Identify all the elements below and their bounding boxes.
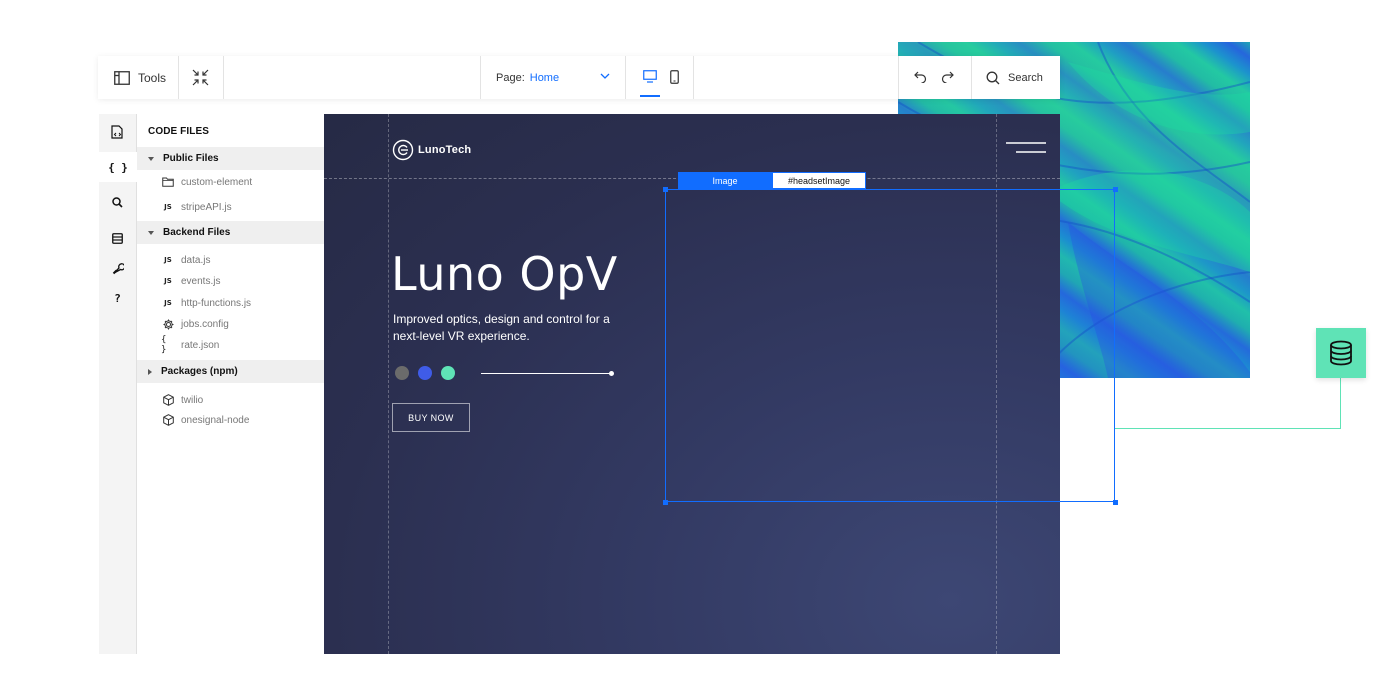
package-icon xyxy=(161,414,175,426)
tools-label: Tools xyxy=(138,70,167,85)
js-file-icon: JS xyxy=(161,203,175,211)
hamburger-menu-icon[interactable] xyxy=(1006,141,1046,155)
file-item[interactable]: custom-element xyxy=(161,174,252,190)
section-packages-npm[interactable]: Packages (npm) xyxy=(137,360,324,383)
page-label: Page: xyxy=(496,71,525,84)
json-braces-icon: { } xyxy=(161,335,175,355)
expand-arrow-icon xyxy=(148,230,154,235)
color-option-green[interactable] xyxy=(441,366,455,380)
js-file-icon: JS xyxy=(161,256,175,264)
search-button[interactable]: Search xyxy=(986,56,1043,99)
braces-glyph: { } xyxy=(108,160,128,174)
desktop-view-icon[interactable] xyxy=(643,70,657,83)
file-item[interactable]: JS http-functions.js xyxy=(161,295,251,311)
page-selector[interactable]: Page: Home xyxy=(496,56,610,99)
tools-button[interactable]: Tools xyxy=(114,56,166,99)
js-glyph: JS xyxy=(164,256,172,264)
logo-mark-icon xyxy=(392,139,414,161)
file-item[interactable]: JS data.js xyxy=(161,252,210,268)
database-connection-button[interactable] xyxy=(1316,328,1366,378)
redo-icon[interactable] xyxy=(941,71,954,83)
selected-image-box[interactable] xyxy=(665,189,1115,502)
resize-handle[interactable] xyxy=(663,187,668,192)
selected-element-type[interactable]: Image xyxy=(678,172,772,189)
code-files-panel: CODE FILES Public Files custom-element J… xyxy=(137,114,324,654)
search-label: Search xyxy=(1008,71,1043,84)
braces-glyph: { } xyxy=(161,335,167,355)
wrench-icon[interactable] xyxy=(99,254,136,284)
js-glyph: JS xyxy=(164,277,172,285)
search-icon xyxy=(986,71,1000,85)
slider-track xyxy=(481,373,611,374)
code-files-title: CODE FILES xyxy=(148,126,210,137)
file-name: rate.json xyxy=(181,339,220,351)
selected-element-id[interactable]: #headsetImage xyxy=(772,172,866,189)
hero-title: Luno OpV xyxy=(391,247,618,301)
database-icon[interactable] xyxy=(99,223,136,253)
connector-line xyxy=(1340,378,1341,429)
js-glyph: JS xyxy=(164,203,172,211)
layout-guide xyxy=(388,114,389,654)
folder-icon xyxy=(161,177,175,187)
color-option-gray[interactable] xyxy=(395,366,409,380)
file-name: custom-element xyxy=(181,176,253,188)
logo-text: LunoTech xyxy=(418,144,472,156)
editor-toolbar: Tools Page: Home Search xyxy=(98,56,1060,99)
site-code-icon[interactable] xyxy=(99,117,136,147)
database-icon xyxy=(1328,340,1354,366)
collapse-arrow-icon xyxy=(148,368,152,375)
file-item[interactable]: onesignal-node xyxy=(161,412,249,428)
file-item[interactable]: twilio xyxy=(161,392,203,408)
question-mark-glyph: ? xyxy=(114,291,121,305)
mobile-view-icon[interactable] xyxy=(670,70,679,84)
file-item[interactable]: jobs.config xyxy=(161,316,229,332)
file-item[interactable]: JS stripeAPI.js xyxy=(161,199,232,215)
resize-handle[interactable] xyxy=(1113,187,1118,192)
collapse-icon[interactable] xyxy=(192,69,209,86)
search-code-icon[interactable] xyxy=(99,187,136,217)
file-name: jobs.config xyxy=(181,318,229,330)
panel-layout-icon xyxy=(114,70,130,85)
file-name: onesignal-node xyxy=(181,414,250,426)
js-glyph: JS xyxy=(164,299,172,307)
active-view-indicator xyxy=(640,95,660,97)
gear-icon xyxy=(161,319,175,330)
section-label: Backend Files xyxy=(163,227,231,238)
file-item[interactable]: { } rate.json xyxy=(161,335,220,355)
hero-subtitle: Improved optics, design and control for … xyxy=(393,312,610,343)
file-name: data.js xyxy=(181,254,211,266)
buy-now-button[interactable]: BUY NOW xyxy=(392,403,470,432)
section-backend-files[interactable]: Backend Files xyxy=(137,221,324,244)
code-files-icon[interactable]: { } xyxy=(99,152,137,182)
section-public-files[interactable]: Public Files xyxy=(137,147,324,170)
section-label: Public Files xyxy=(163,153,219,164)
expand-arrow-icon xyxy=(148,156,154,161)
color-option-blue[interactable] xyxy=(418,366,432,380)
chevron-down-icon xyxy=(600,73,610,79)
resize-handle[interactable] xyxy=(663,500,668,505)
file-name: stripeAPI.js xyxy=(181,201,232,213)
undo-icon[interactable] xyxy=(914,71,927,83)
file-item[interactable]: JS events.js xyxy=(161,273,220,289)
section-label: Packages (npm) xyxy=(161,366,238,377)
editor-side-rail: { } ? xyxy=(99,114,137,654)
js-file-icon: JS xyxy=(161,299,175,307)
file-name: events.js xyxy=(181,275,221,287)
file-name: http-functions.js xyxy=(181,297,252,309)
help-icon[interactable]: ? xyxy=(99,283,136,313)
package-icon xyxy=(161,394,175,406)
resize-handle[interactable] xyxy=(1113,500,1118,505)
js-file-icon: JS xyxy=(161,277,175,285)
connector-line xyxy=(1115,428,1341,429)
site-logo[interactable]: LunoTech xyxy=(392,139,471,161)
page-value: Home xyxy=(529,71,560,84)
slider-knob[interactable] xyxy=(609,371,614,376)
file-name: twilio xyxy=(181,394,204,406)
